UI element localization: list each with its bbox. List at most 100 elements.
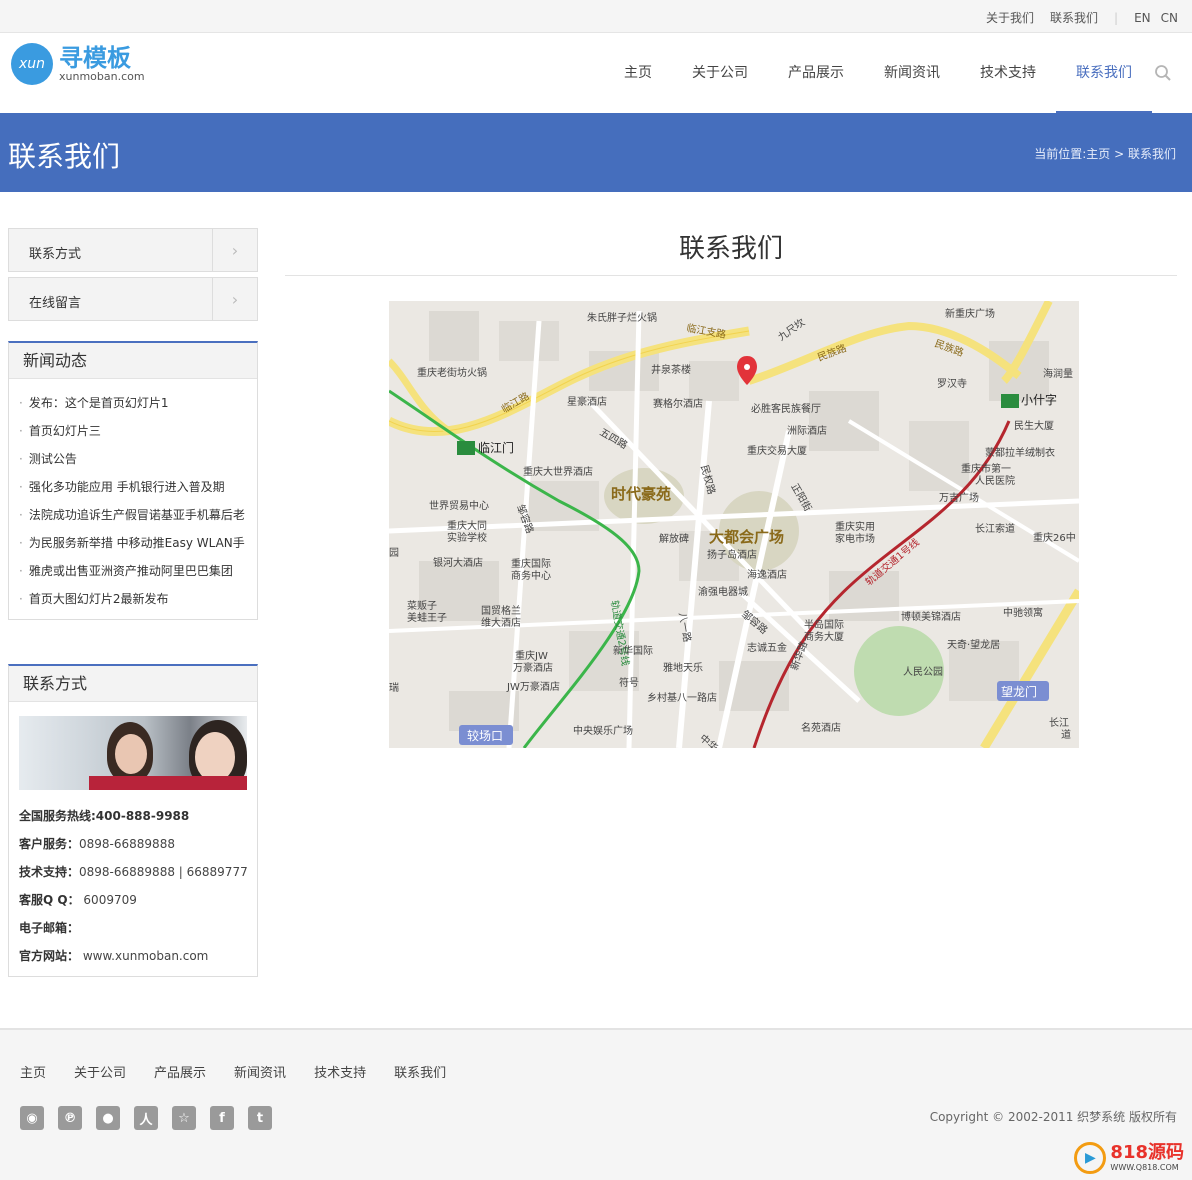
map-label: 重庆国际 [511, 557, 551, 570]
contact-panel-title: 联系方式 [9, 666, 257, 702]
page-title: 联系我们 [8, 140, 121, 173]
hotline: 全国服务热线:400-888-9988 [19, 809, 190, 823]
lang-cn[interactable]: CN [1161, 11, 1178, 25]
star-icon[interactable]: ☆ [172, 1106, 196, 1130]
news-list: 发布：这个是首页幻灯片1 首页幻灯片三 测试公告 强化多功能应用 手机银行进入普… [9, 379, 257, 619]
social-links: ◉ ℗ ● 人 ☆ f t [20, 1106, 286, 1130]
map-label: 必胜客民族餐厅 [751, 402, 821, 415]
play-icon: ▶ [1074, 1142, 1107, 1174]
map-label: 瑞 [389, 682, 399, 694]
map-label: 九尺坎 [775, 316, 807, 344]
footer-link-about[interactable]: 关于公司 [74, 1062, 126, 1081]
logo[interactable]: xun 寻模板 xunmoban.com [11, 43, 145, 85]
sidebar-item-label: 在线留言 [29, 296, 82, 311]
map-label: 正阳街 [788, 481, 814, 513]
list-item[interactable]: 首页大图幻灯片2最新发布 [19, 585, 247, 613]
map-label: 雅地天乐 [663, 661, 703, 674]
breadcrumb[interactable]: 当前位置:主页 > 联系我们 [1034, 145, 1176, 162]
twitter-icon[interactable]: t [248, 1106, 272, 1130]
map-label: 博顿美锦酒店 [901, 610, 961, 623]
map-label: 实验学校 [447, 531, 487, 544]
copyright: Copyright © 2002-2011 织梦系统 版权所有 [929, 1110, 1177, 1124]
map-label: 重庆大世界酒店 [523, 465, 593, 478]
email-line: 电子邮箱： [19, 921, 80, 935]
list-item[interactable]: 法院成功追诉生产假冒诺基亚手机幕后老 [19, 501, 247, 529]
map-label: 小什字 [1021, 392, 1057, 407]
sidebar-item-label: 联系方式 [29, 247, 82, 262]
main-nav: 主页 关于公司 产品展示 新闻资讯 技术支持 联系我们 [604, 33, 1152, 113]
watermark: ▶ 818源码 WWW.Q818.COM [1074, 1142, 1184, 1174]
map-label: 较场口 [467, 728, 503, 743]
map-label: 中央娱乐广场 [573, 724, 633, 737]
map-label: 国贸格兰 [481, 604, 521, 617]
footer-link-news[interactable]: 新闻资讯 [234, 1062, 286, 1081]
footer-link-home[interactable]: 主页 [20, 1062, 46, 1081]
top-link-contact[interactable]: 联系我们 [1050, 9, 1098, 26]
pinterest-icon[interactable]: ℗ [58, 1106, 82, 1130]
sidebar-item-contact[interactable]: 联系方式 › [8, 228, 258, 272]
map-label: 万吉广场 [939, 491, 979, 504]
map-label: 人民公园 [903, 666, 943, 678]
search-icon[interactable] [1154, 64, 1172, 82]
map-label: 道 [1061, 728, 1071, 741]
contact-info: 全国服务热线:400-888-9988 客户服务：0898-66889888 技… [9, 800, 257, 976]
map-label: 长江索道 [975, 522, 1015, 535]
main-content: 联系我们 朱氏胖子烂火锅 临江支路 九尺坎 新重庆广场 重庆老街坊火锅 井泉茶楼… [285, 228, 1177, 748]
nav-item-home[interactable]: 主页 [604, 33, 672, 113]
logo-domain: xunmoban.com [59, 70, 145, 83]
list-item[interactable]: 首页幻灯片三 [19, 417, 247, 445]
chat-icon[interactable]: ● [96, 1106, 120, 1130]
map-label: 重庆交易大厦 [747, 444, 807, 457]
divider [285, 275, 1177, 276]
map-label: JW万豪酒店 [506, 680, 560, 693]
list-item[interactable]: 测试公告 [19, 445, 247, 473]
map-label: 罗汉寺 [937, 378, 967, 390]
chevron-right-icon: › [212, 278, 257, 320]
list-item[interactable]: 雅虎或出售亚洲资产推动阿里巴巴集团 [19, 557, 247, 585]
map-label: 民生大厦 [1014, 419, 1054, 432]
map-label: 半岛国际 [804, 618, 844, 631]
map-label: 银河大酒店 [433, 556, 483, 569]
map-label: 万豪酒店 [513, 661, 553, 674]
map-label: 望龙门 [1001, 684, 1037, 699]
map-label: 人民医院 [975, 474, 1015, 487]
list-item[interactable]: 强化多功能应用 手机银行进入普及期 [19, 473, 247, 501]
footer-link-products[interactable]: 产品展示 [154, 1062, 206, 1081]
nav-item-support[interactable]: 技术支持 [960, 33, 1056, 113]
nav-item-about[interactable]: 关于公司 [672, 33, 768, 113]
map-label: 时代豪苑 [611, 485, 671, 503]
map-label: 重庆老街坊火锅 [417, 366, 487, 379]
footer-link-support[interactable]: 技术支持 [314, 1062, 366, 1081]
map-label: 井泉茶楼 [651, 363, 691, 376]
facebook-icon[interactable]: f [210, 1106, 234, 1130]
map-label: 园 [389, 547, 399, 559]
map-label: 符号 [619, 676, 639, 689]
sidebar-item-message[interactable]: 在线留言 › [8, 277, 258, 321]
map-label: 志诚五金 [747, 641, 787, 654]
footer-nav: 主页 关于公司 产品展示 新闻资讯 技术支持 联系我们 [20, 1062, 474, 1081]
nav-item-news[interactable]: 新闻资讯 [864, 33, 960, 113]
map-label: 重庆大同 [447, 519, 487, 532]
renren-icon[interactable]: 人 [134, 1106, 158, 1130]
top-link-about[interactable]: 关于我们 [986, 9, 1034, 26]
map-label: 大都会广场 [709, 528, 784, 546]
weibo-icon[interactable]: ◉ [20, 1106, 44, 1130]
location-map[interactable]: 朱氏胖子烂火锅 临江支路 九尺坎 新重庆广场 重庆老街坊火锅 井泉茶楼 民族路 … [389, 301, 1079, 748]
footer-link-contact[interactable]: 联系我们 [394, 1062, 446, 1081]
map-label: 重庆JW [515, 649, 548, 662]
page-banner: 联系我们 当前位置:主页 > 联系我们 [0, 113, 1192, 192]
map-label: 世界贸易中心 [429, 499, 489, 512]
lang-en[interactable]: EN [1134, 11, 1151, 25]
top-bar: 关于我们 联系我们 | EN CN [0, 0, 1192, 33]
map-label: 中华 [697, 731, 721, 748]
nav-item-contact[interactable]: 联系我们 [1056, 33, 1152, 113]
news-panel: 新闻动态 发布：这个是首页幻灯片1 首页幻灯片三 测试公告 强化多功能应用 手机… [8, 341, 258, 620]
list-item[interactable]: 发布：这个是首页幻灯片1 [19, 389, 247, 417]
map-label: 天奇·望龙居 [947, 638, 1000, 651]
map-label: 维大酒店 [481, 616, 521, 629]
map-label: 星豪酒店 [567, 395, 607, 408]
map-label: 重庆实用 [835, 520, 875, 533]
list-item[interactable]: 为民服务新举措 中移动推Easy WLAN手 [19, 529, 247, 557]
map-label: 长江 [1049, 717, 1069, 729]
nav-item-products[interactable]: 产品展示 [768, 33, 864, 113]
